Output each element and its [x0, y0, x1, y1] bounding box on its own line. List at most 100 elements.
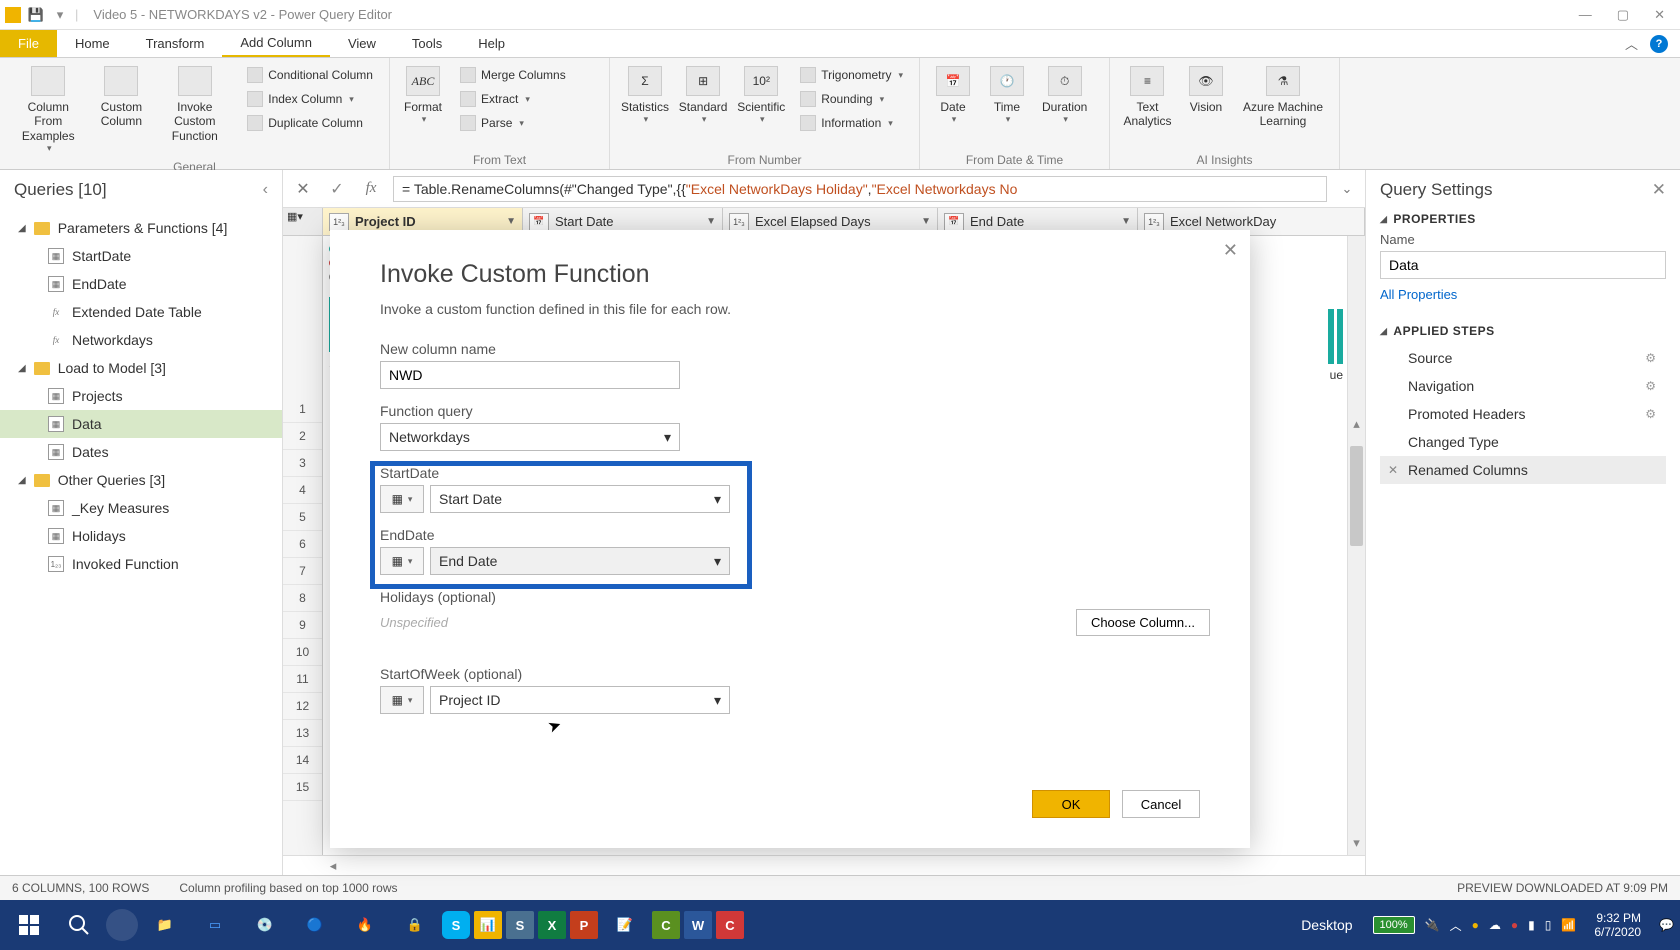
- invoke-custom-function-button[interactable]: Invoke Custom Function: [154, 62, 235, 147]
- startofweek-select[interactable]: Project ID▾: [430, 686, 730, 714]
- time-button[interactable]: 🕐Time▾: [982, 62, 1032, 129]
- accept-formula-icon[interactable]: ✓: [325, 177, 349, 201]
- chevron-down-icon[interactable]: ▼: [706, 216, 716, 227]
- taskbar-app-4[interactable]: 🔥: [342, 905, 388, 945]
- gear-icon[interactable]: ⚙: [1645, 379, 1656, 393]
- show-desktop-label[interactable]: Desktop: [1291, 917, 1362, 933]
- row-number[interactable]: 2: [283, 423, 322, 450]
- close-button[interactable]: ✕: [1654, 7, 1665, 23]
- extract-button[interactable]: Extract▾: [454, 88, 572, 110]
- dialog-close-button[interactable]: ✕: [1223, 240, 1238, 261]
- azure-ml-button[interactable]: ⚗Azure Machine Learning: [1235, 62, 1331, 133]
- powerbi-icon[interactable]: 📊: [474, 911, 502, 939]
- tree-item-projects[interactable]: ▦Projects: [0, 382, 282, 410]
- all-properties-link[interactable]: All Properties: [1380, 287, 1666, 302]
- duration-button[interactable]: ⏱Duration▾: [1036, 62, 1093, 129]
- ribbon-collapse-icon[interactable]: ︿: [1625, 34, 1638, 53]
- maximize-button[interactable]: ▢: [1617, 7, 1629, 23]
- horizontal-scrollbar[interactable]: ◂: [283, 855, 1365, 875]
- trigonometry-button[interactable]: Trigonometry▾: [794, 64, 909, 86]
- save-icon[interactable]: 💾: [27, 6, 45, 24]
- conditional-column-button[interactable]: Conditional Column: [241, 64, 379, 86]
- tree-item-dates[interactable]: ▦Dates: [0, 438, 282, 466]
- minimize-button[interactable]: —: [1579, 7, 1592, 23]
- text-analytics-button[interactable]: ≡Text Analytics: [1118, 62, 1177, 133]
- qat-dropdown-icon[interactable]: ▾: [51, 6, 69, 24]
- taskbar-app-5[interactable]: 🔒: [392, 905, 438, 945]
- taskbar-app-1[interactable]: [106, 909, 138, 941]
- excel-icon[interactable]: X: [538, 911, 566, 939]
- tab-add-column[interactable]: Add Column: [222, 30, 330, 57]
- taskbar-app-3[interactable]: 💿: [242, 905, 288, 945]
- enddate-select[interactable]: End Date▾: [430, 547, 730, 575]
- word-icon[interactable]: W: [684, 911, 712, 939]
- chevron-down-icon[interactable]: ▼: [1121, 216, 1131, 227]
- tab-transform[interactable]: Transform: [128, 30, 223, 57]
- battery-indicator[interactable]: 100%: [1373, 916, 1415, 934]
- row-number[interactable]: 5: [283, 504, 322, 531]
- camtasia-icon[interactable]: C: [652, 911, 680, 939]
- tree-group-load-to-model[interactable]: ◢Load to Model [3]: [0, 354, 282, 382]
- row-number[interactable]: 12: [283, 693, 322, 720]
- row-number[interactable]: 1: [283, 396, 322, 423]
- row-number[interactable]: 7: [283, 558, 322, 585]
- formula-expand-icon[interactable]: ⌄: [1337, 181, 1357, 197]
- rounding-button[interactable]: Rounding▾: [794, 88, 909, 110]
- scroll-left-icon[interactable]: ◂: [323, 858, 343, 874]
- date-button[interactable]: 📅Date▾: [928, 62, 978, 129]
- row-number[interactable]: 15: [283, 774, 322, 801]
- tab-tools[interactable]: Tools: [394, 30, 460, 57]
- row-number[interactable]: 8: [283, 585, 322, 612]
- step-renamed-columns[interactable]: ✕Renamed Columns: [1380, 456, 1666, 484]
- query-name-input[interactable]: [1380, 251, 1666, 279]
- tray-icon-4[interactable]: ▯: [1545, 918, 1552, 932]
- chevron-down-icon[interactable]: ▼: [506, 216, 516, 227]
- row-number-header[interactable]: ▦▾: [283, 208, 323, 235]
- startdate-select[interactable]: Start Date▾: [430, 485, 730, 513]
- row-number[interactable]: 10: [283, 639, 322, 666]
- properties-section[interactable]: PROPERTIES: [1380, 212, 1666, 226]
- function-query-select[interactable]: Networkdays▾: [380, 423, 680, 451]
- gear-icon[interactable]: ⚙: [1645, 407, 1656, 421]
- scientific-button[interactable]: 10²Scientific▾: [734, 62, 788, 129]
- chrome-icon[interactable]: 🔵: [292, 905, 338, 945]
- start-button[interactable]: [6, 905, 52, 945]
- tray-power-icon[interactable]: 🔌: [1425, 918, 1440, 932]
- formula-input[interactable]: = Table.RenameColumns(#"Changed Type",{{…: [393, 176, 1327, 202]
- close-panel-icon[interactable]: ✕: [1652, 180, 1666, 200]
- step-changed-type[interactable]: Changed Type: [1380, 428, 1666, 456]
- gear-icon[interactable]: ⚙: [1645, 351, 1656, 365]
- tree-item-invoked-function[interactable]: 1₂₃Invoked Function: [0, 550, 282, 578]
- taskbar-clock[interactable]: 9:32 PM 6/7/2020: [1586, 911, 1649, 940]
- cancel-button[interactable]: Cancel: [1122, 790, 1200, 818]
- tree-item-key-measures[interactable]: ▦_Key Measures: [0, 494, 282, 522]
- parse-button[interactable]: Parse▾: [454, 112, 572, 134]
- column-from-examples-button[interactable]: Column From Examples▾: [8, 62, 89, 158]
- tree-item-networkdays[interactable]: fxNetworkdays: [0, 326, 282, 354]
- file-explorer-icon[interactable]: 📁: [142, 905, 188, 945]
- step-navigation[interactable]: Navigation⚙: [1380, 372, 1666, 400]
- taskbar-app-2[interactable]: ▭: [192, 905, 238, 945]
- tray-cloud-icon[interactable]: ☁: [1489, 918, 1501, 932]
- step-promoted-headers[interactable]: Promoted Headers⚙: [1380, 400, 1666, 428]
- cancel-formula-icon[interactable]: ✕: [291, 177, 315, 201]
- row-number[interactable]: 3: [283, 450, 322, 477]
- notepad-icon[interactable]: 📝: [602, 905, 648, 945]
- choose-column-button[interactable]: Choose Column...: [1076, 609, 1210, 636]
- custom-column-button[interactable]: Custom Column: [93, 62, 151, 133]
- row-number[interactable]: 6: [283, 531, 322, 558]
- row-number[interactable]: 9: [283, 612, 322, 639]
- enddate-type-button[interactable]: ▦▾: [380, 547, 424, 575]
- format-button[interactable]: ABC Format▾: [398, 62, 448, 129]
- help-icon[interactable]: ?: [1650, 35, 1668, 53]
- tray-icon-2[interactable]: ●: [1511, 918, 1518, 932]
- tree-group-other-queries[interactable]: ◢Other Queries [3]: [0, 466, 282, 494]
- notifications-icon[interactable]: 💬: [1659, 918, 1674, 932]
- skype-icon[interactable]: S: [442, 911, 470, 939]
- tab-view[interactable]: View: [330, 30, 394, 57]
- startdate-type-button[interactable]: ▦▾: [380, 485, 424, 513]
- tab-help[interactable]: Help: [460, 30, 523, 57]
- tab-file[interactable]: File: [0, 30, 57, 57]
- ok-button[interactable]: OK: [1032, 790, 1110, 818]
- snagit-icon[interactable]: S: [506, 911, 534, 939]
